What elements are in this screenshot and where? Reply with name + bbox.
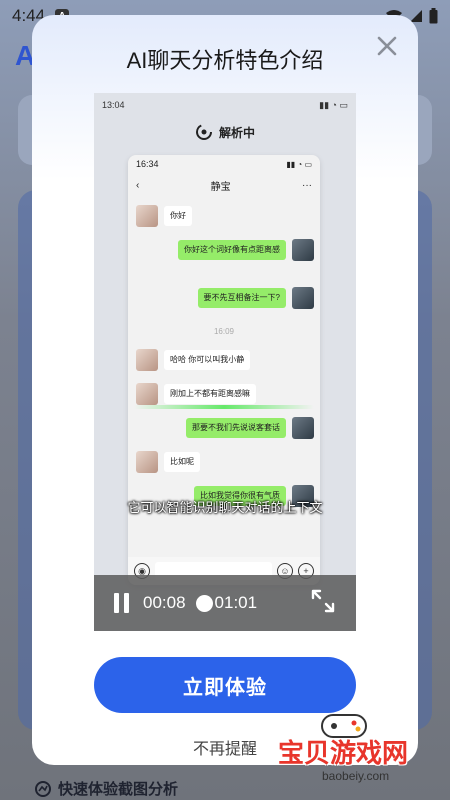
chat-status-time: 16:34	[136, 159, 159, 169]
chat-message: 比如呢	[136, 451, 200, 473]
pause-button[interactable]	[114, 593, 129, 613]
pause-icon	[124, 593, 129, 613]
video-phone-time: 13:04	[102, 100, 125, 110]
message-bubble: 那要不我们先说说客套话	[186, 417, 286, 439]
message-bubble: 要不先互相备注一下?	[197, 287, 286, 309]
chat-timestamp: 16:09	[213, 327, 235, 336]
video-subtitle: 它可以智能识别聊天对话的上下文	[127, 500, 323, 515]
seek-knob[interactable]	[195, 594, 213, 612]
fullscreen-button[interactable]	[310, 588, 336, 619]
watermark-logo: 宝贝游戏网 baobeiy.com	[270, 705, 450, 795]
message-bubble: 哈哈 你可以叫我小静	[164, 349, 251, 371]
background-bottom-item: 快速体验截图分析	[34, 778, 178, 799]
chart-icon	[35, 780, 51, 797]
demo-video[interactable]: 13:04 ▮▮ ◔ ▭ 解析中 16:34 ▮▮ ◔ ▭ ‹ 静宝 ··· 你…	[94, 93, 356, 631]
chat-header: ‹ 静宝 ···	[128, 173, 320, 197]
avatar	[136, 383, 158, 405]
watermark-name: 宝贝游戏网	[278, 739, 409, 769]
chat-message: 那要不我们先说说客套话	[186, 417, 314, 439]
close-button[interactable]	[374, 33, 400, 59]
message-bubble: 刚加上不都有距离感嘛	[164, 383, 256, 405]
chat-screenshot: 16:34 ▮▮ ◔ ▭ ‹ 静宝 ··· 你好 你好这个词好像有点距离感 要不…	[128, 155, 320, 585]
feature-intro-dialog: AI聊天分析特色介绍 13:04 ▮▮ ◔ ▭ 解析中 16:34 ▮▮ ◔ ▭…	[32, 15, 418, 765]
message-bubble: 比如呢	[164, 451, 200, 473]
pause-icon	[114, 593, 119, 613]
video-phone-status: 13:04 ▮▮ ◔ ▭	[94, 93, 356, 117]
avatar	[292, 417, 314, 439]
scan-line	[134, 405, 314, 409]
more-icon: ···	[302, 179, 312, 191]
total-time: 01:01	[214, 593, 258, 612]
analyzing-header: 解析中	[94, 123, 356, 141]
chat-status-bar: 16:34 ▮▮ ◔ ▭	[128, 155, 320, 173]
message-bubble: 你好	[164, 205, 192, 227]
current-time: 00:08	[143, 593, 186, 612]
chat-status-indicators: ▮▮ ◔ ▭	[286, 159, 312, 169]
avatar	[136, 451, 158, 473]
chat-message: 要不先互相备注一下?	[197, 287, 314, 309]
chat-message: 你好这个词好像有点距离感	[178, 239, 314, 261]
chat-message: 刚加上不都有距离感嘛	[136, 383, 256, 405]
fullscreen-icon	[311, 589, 335, 612]
video-controls: 00:08 01:01	[94, 575, 356, 631]
close-icon	[377, 36, 397, 56]
battery-icon	[429, 8, 438, 24]
loading-icon	[195, 124, 212, 140]
watermark-url: baobeiy.com	[322, 769, 390, 783]
analyzing-label: 解析中	[218, 125, 255, 140]
message-bubble: 你好这个词好像有点距离感	[178, 239, 286, 261]
dialog-title: AI聊天分析特色介绍	[126, 48, 324, 73]
chat-contact-name: 静宝	[210, 181, 231, 193]
background-bottom-label: 快速体验截图分析	[58, 781, 179, 798]
chat-message: 哈哈 你可以叫我小静	[136, 349, 251, 371]
video-phone-indicators: ▮▮ ◔ ▭	[319, 99, 348, 110]
avatar	[136, 349, 158, 371]
avatar	[292, 287, 314, 309]
avatar	[292, 239, 314, 261]
chat-message: 你好	[136, 205, 192, 227]
avatar	[136, 205, 158, 227]
